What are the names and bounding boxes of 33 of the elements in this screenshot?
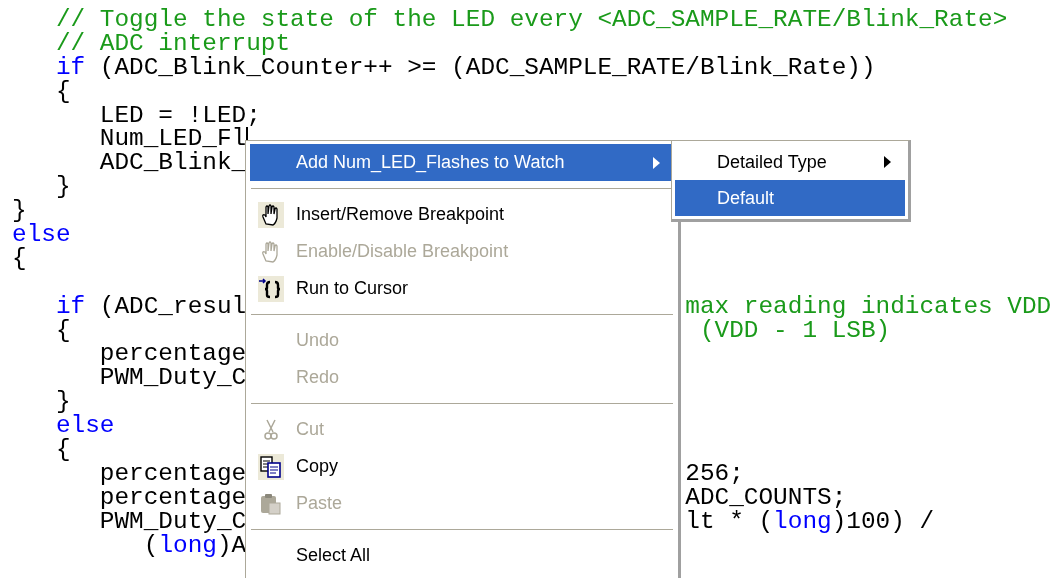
code-line: { [54, 79, 71, 104]
code-line: ADC_COUNTS; [685, 485, 847, 510]
hand-icon [258, 201, 284, 228]
code-line: (long)A [143, 533, 247, 558]
code-line: else [54, 414, 115, 439]
code-line: } [54, 390, 71, 415]
code-line: 256; [685, 461, 744, 486]
code-line: } [12, 199, 27, 223]
code-line: { [54, 318, 71, 343]
copy-icon [258, 453, 284, 480]
code-line: PWM_Duty_C [98, 366, 247, 391]
code-line: percentage [98, 461, 247, 486]
menu-item[interactable]: Add Num_LED_Flashes to Watch [250, 144, 674, 181]
code-line: { [12, 246, 27, 271]
code-line: } [54, 175, 71, 200]
menu-item[interactable]: Default [675, 180, 905, 216]
code-line: lt * (long)100) / [685, 509, 935, 534]
menu-item[interactable]: Detailed Type [675, 144, 905, 180]
code-line: if (ADC_resul [54, 294, 247, 319]
code-line: else [12, 223, 71, 247]
code-line: // ADC interrupt [54, 31, 291, 56]
code-line: ADC_Blink_ [98, 151, 247, 176]
code-line: { [54, 438, 71, 462]
code-line: if (ADC_Blink_Counter++ >= (ADC_SAMPLE_RATE/Blink_Rate)) [54, 55, 876, 80]
code-line: LED = !LED; [98, 103, 261, 128]
code-line: // Toggle the state of the LED every <ADC_SAMPLE_RATE/Blink_Rate> [54, 8, 1008, 32]
code-line: percentage [98, 485, 247, 510]
run-to-cursor-icon [258, 275, 284, 302]
code-line: (VDD - 1 LSB) [698, 318, 891, 343]
code-line: percentage [98, 342, 247, 367]
code-line: Num_LED_Fl [98, 127, 247, 152]
code-line: PWM_Duty_C [98, 509, 247, 534]
code-line: max reading indicates VDD [685, 294, 1052, 319]
